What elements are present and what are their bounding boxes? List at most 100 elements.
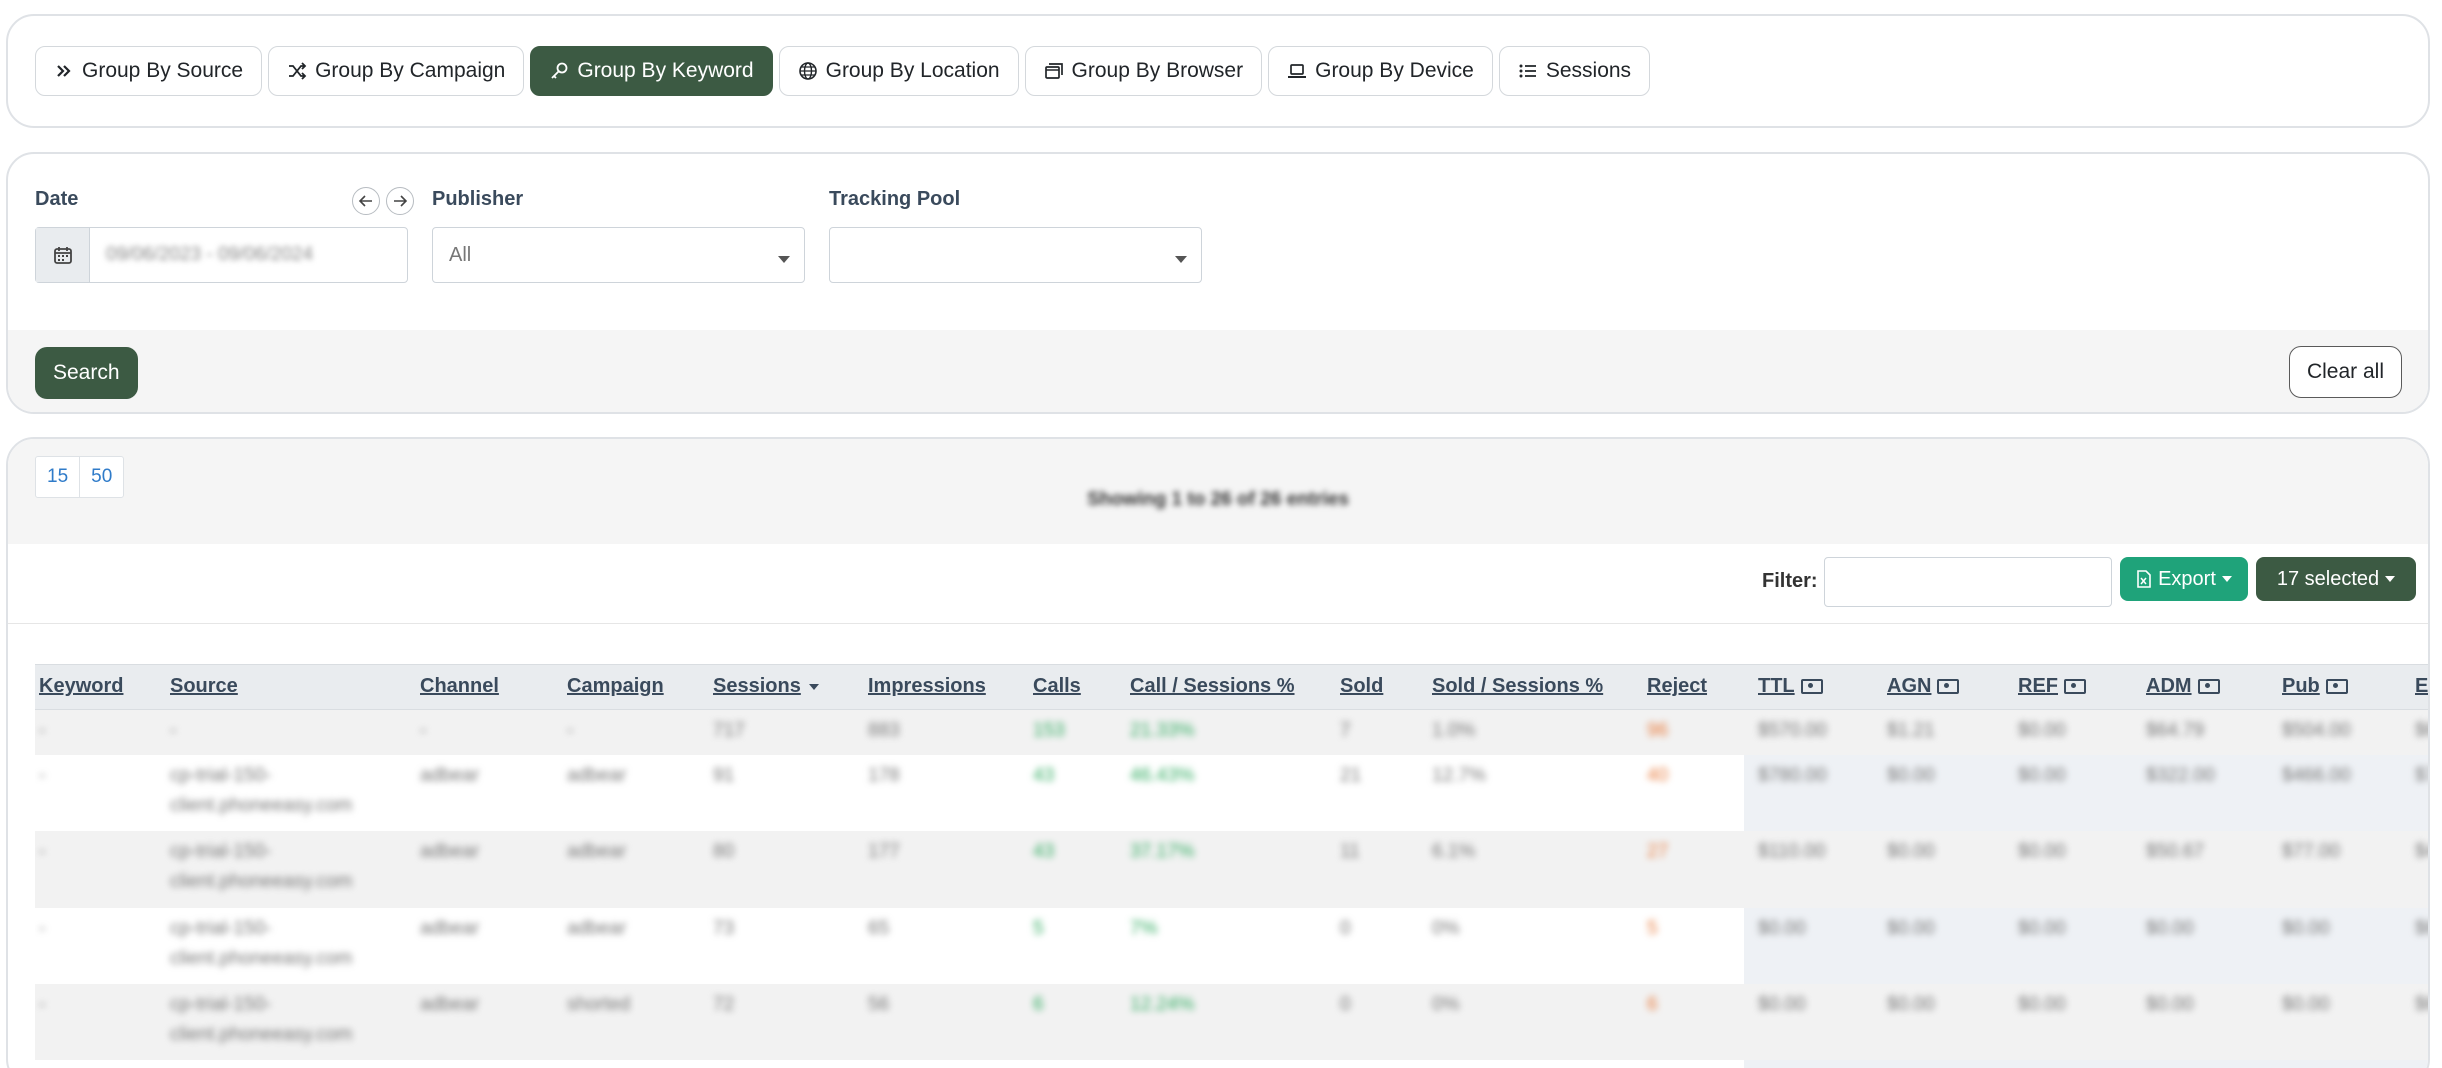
- publisher-label: Publisher: [432, 188, 524, 210]
- table-cell: $64.79: [2146, 720, 2205, 741]
- table-cell: $0.00: [2018, 720, 2066, 741]
- cash-icon: [2325, 679, 2348, 694]
- table-cell: 717: [713, 720, 745, 741]
- table-cell: $7: [2415, 765, 2428, 786]
- table-cell: 72: [713, 994, 735, 1015]
- column-header-impressions[interactable]: Impressions: [868, 675, 986, 698]
- chevron-down-icon: [2221, 576, 2232, 582]
- column-header-sold-sessions[interactable]: Sold / Sessions %: [1432, 675, 1603, 698]
- column-header-label: Channel: [420, 675, 499, 697]
- cash-icon: [2064, 679, 2086, 694]
- export-button[interactable]: Export: [2120, 557, 2248, 601]
- table-cell: $6: [2415, 918, 2428, 939]
- table-cell: 96: [1647, 720, 1669, 741]
- results-card: 15 50 Showing 1 to 26 of 26 entries Filte…: [6, 437, 2430, 1068]
- cash-icon: [1800, 679, 1823, 694]
- tab-label: Group By Device: [1315, 59, 1474, 82]
- group-by-tabs-card: Group By Source Group By Campaign Group By…: [6, 14, 2430, 128]
- table-cell: $77.00: [2282, 841, 2341, 862]
- column-selector-button[interactable]: 17 selected: [2256, 557, 2416, 601]
- tracking-pool-select[interactable]: [829, 227, 1202, 283]
- column-header-sessions[interactable]: Sessions: [713, 675, 819, 698]
- table-row: - - - - 717 883 153 21.33% 7 1.0% 96 $570.00 $1.21 $0…: [35, 710, 2428, 755]
- column-header-ep[interactable]: EP: [2415, 675, 2428, 698]
- table-cell: $0.00: [1887, 994, 1935, 1015]
- table-cell: 11: [1340, 841, 1360, 862]
- tab-group-by-location[interactable]: Group By Location: [778, 46, 1019, 96]
- table-cell: cp-trial-150-client.phoneeasy.com: [170, 994, 353, 1045]
- column-header-label: TTL: [1758, 675, 1795, 697]
- tab-group-by-keyword[interactable]: Group By Keyword: [530, 46, 773, 96]
- filter-input[interactable]: [1824, 557, 2112, 607]
- column-header-call-sessions[interactable]: Call / Sessions %: [1130, 675, 1295, 698]
- group-by-tabs: Group By Source Group By Campaign Group By…: [35, 46, 1651, 96]
- column-header-reject[interactable]: Reject: [1647, 675, 1707, 698]
- column-header-source[interactable]: Source: [170, 675, 238, 698]
- table-cell: $0.00: [1887, 765, 1935, 786]
- date-range-input[interactable]: 09/06/2023 - 09/06/2024: [35, 227, 408, 283]
- publisher-select[interactable]: All: [432, 227, 805, 283]
- date-label: Date: [35, 188, 79, 210]
- table-cell: adbear: [420, 994, 480, 1015]
- table-cell: $0.00: [2146, 918, 2194, 939]
- sort-desc-icon: [808, 683, 819, 690]
- cash-icon: [2197, 679, 2220, 694]
- calendar-icon[interactable]: [36, 228, 90, 282]
- column-header-label: Sold: [1340, 675, 1384, 697]
- column-header-campaign[interactable]: Campaign: [567, 675, 664, 698]
- table-cell: 80: [713, 841, 735, 862]
- tab-group-by-device[interactable]: Group By Device: [1268, 46, 1493, 96]
- table-cell: 37.17%: [1130, 841, 1195, 862]
- table-cell: $0.00: [1758, 994, 1806, 1015]
- search-button[interactable]: Search: [35, 347, 138, 399]
- column-header-label: Reject: [1647, 675, 1708, 697]
- table-cell: 21: [1340, 765, 1362, 786]
- table-cell: $0.00: [2018, 765, 2066, 786]
- arrow-left-icon: [358, 195, 372, 207]
- previous-date-button[interactable]: [352, 187, 380, 215]
- table-cell: $0.00: [1887, 918, 1935, 939]
- table-cell: -: [39, 918, 46, 939]
- table-cell: -: [39, 994, 46, 1015]
- column-header-channel[interactable]: Channel: [420, 675, 499, 698]
- clear-all-button[interactable]: Clear all: [2288, 346, 2402, 398]
- table-cell: 40: [1647, 765, 1669, 786]
- table-cell: 43: [1033, 765, 1055, 786]
- column-header-label: Sold / Sessions %: [1432, 675, 1604, 697]
- tab-sessions[interactable]: Sessions: [1498, 46, 1651, 96]
- table-cell: adbear: [420, 841, 480, 862]
- chevron-down-icon: [778, 256, 790, 263]
- column-header-keyword[interactable]: Keyword: [39, 675, 123, 698]
- table-cell: adbear: [420, 918, 480, 939]
- date-range-value: 09/06/2023 - 09/06/2024: [106, 244, 314, 265]
- tab-group-by-source[interactable]: Group By Source: [35, 46, 263, 96]
- column-header-calls[interactable]: Calls: [1033, 675, 1081, 698]
- column-header-label: Keyword: [39, 675, 124, 697]
- table-cell: $504.00: [2282, 720, 2351, 741]
- column-header-adm[interactable]: ADM: [2146, 675, 2220, 698]
- globe-icon: [798, 61, 818, 81]
- tab-group-by-browser[interactable]: Group By Browser: [1024, 46, 1263, 96]
- column-header-agn[interactable]: AGN: [1887, 675, 1960, 698]
- table-cell: 91: [713, 765, 735, 786]
- table-cell: shorted: [567, 994, 631, 1015]
- table-cell: 7: [1340, 720, 1351, 741]
- tab-group-by-campaign[interactable]: Group By Campaign: [268, 46, 525, 96]
- next-date-button[interactable]: [386, 187, 414, 215]
- column-header-label: Call / Sessions %: [1130, 675, 1295, 697]
- table-row: - cp-trial-150-client.phoneeasy.com adbear…: [35, 831, 2428, 908]
- tracking-pool-label: Tracking Pool: [829, 188, 961, 210]
- table-cell: 21.33%: [1130, 720, 1195, 741]
- table-cell: 6.1%: [1432, 841, 1476, 862]
- table-cell: $0.00: [1758, 918, 1806, 939]
- column-header-pub[interactable]: Pub: [2282, 675, 2348, 698]
- table-cell: $0.00: [2018, 994, 2066, 1015]
- column-header-label: ADM: [2146, 675, 2192, 697]
- column-header-ref[interactable]: REF: [2018, 675, 2086, 698]
- column-header-ttl[interactable]: TTL: [1758, 675, 1823, 698]
- table-cell: $6: [2415, 994, 2428, 1015]
- column-header-sold[interactable]: Sold: [1340, 675, 1383, 698]
- table-cell: 153: [1033, 720, 1065, 741]
- tab-label: Group By Location: [825, 59, 1000, 82]
- table-cell: $0.00: [2018, 918, 2066, 939]
